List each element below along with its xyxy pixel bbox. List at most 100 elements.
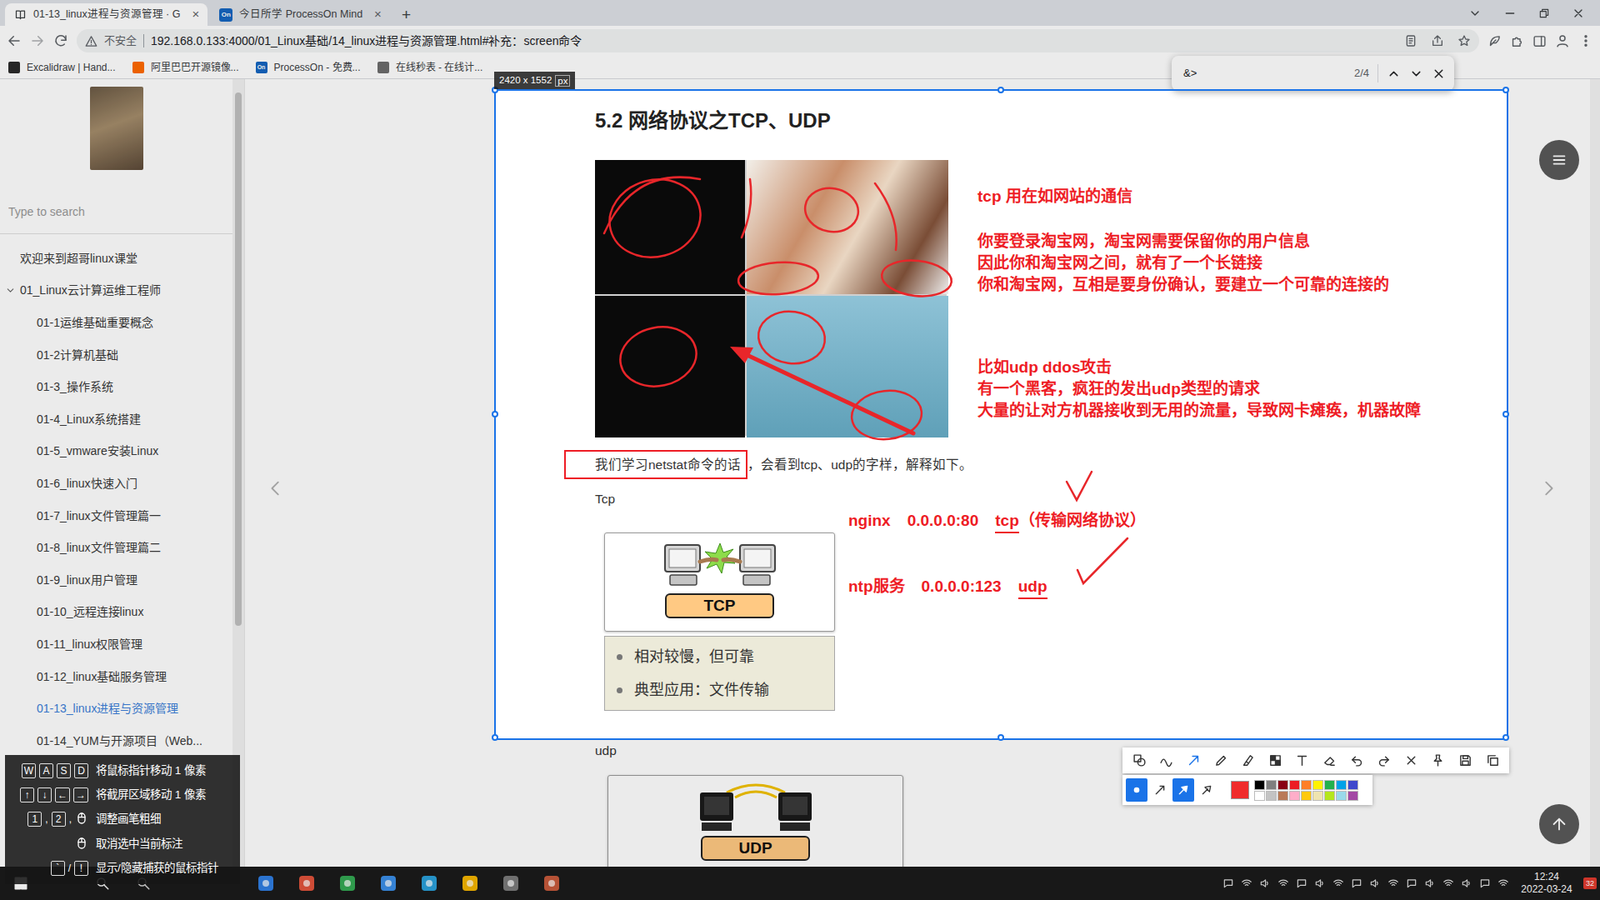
sidebar-item[interactable]: 01-5_vmware安装Linux <box>0 435 234 469</box>
pen-tool-button[interactable] <box>1207 749 1235 772</box>
palette-color[interactable] <box>1265 780 1277 790</box>
sidebar-label[interactable]: 01-11_linux权限管理 <box>36 635 143 654</box>
palette-color[interactable] <box>1277 790 1289 801</box>
side-panel-icon[interactable] <box>1532 34 1547 49</box>
taskbar-app-icon[interactable] <box>542 874 561 893</box>
current-color-swatch[interactable] <box>1230 780 1250 800</box>
close-window-icon[interactable] <box>1571 6 1585 20</box>
resize-handle[interactable] <box>1502 734 1510 741</box>
bookmark[interactable]: OnProcessOn - 免费... <box>255 60 361 75</box>
extensions-icon[interactable] <box>1510 34 1525 49</box>
sidebar-item[interactable]: 01-8_linux文件管理篇二 <box>0 531 234 565</box>
palette-color[interactable] <box>1324 780 1335 790</box>
close-tab-button[interactable]: × <box>374 5 382 25</box>
tray-icon[interactable] <box>1405 876 1419 890</box>
previous-match-icon[interactable] <box>1386 66 1401 81</box>
sidebar-label[interactable]: 01-12_linux基础服务管理 <box>36 668 167 686</box>
capture-selection[interactable] <box>494 89 1509 740</box>
tray-icon[interactable] <box>1350 876 1364 890</box>
tray-icon[interactable] <box>1496 876 1510 890</box>
copy-tool-button[interactable] <box>1479 749 1507 772</box>
forward-icon[interactable] <box>30 33 45 49</box>
browser-tab[interactable]: On今日所学 ProcessOn Mind× <box>210 3 390 26</box>
taskbar-app-icon[interactable] <box>460 874 480 893</box>
tray-icon[interactable] <box>1313 876 1327 890</box>
undo-tool-button[interactable] <box>1343 749 1371 772</box>
close-tool-button[interactable] <box>1397 749 1425 772</box>
back-to-top-icon[interactable] <box>1539 804 1580 845</box>
sidebar-item[interactable]: 01-11_linux权限管理 <box>0 628 234 661</box>
palette-color[interactable] <box>1324 790 1335 801</box>
arrow-tool-button[interactable] <box>1180 749 1208 772</box>
resize-handle[interactable] <box>491 410 499 418</box>
sidebar-search[interactable] <box>0 201 234 235</box>
sidebar-item[interactable]: 01-14_YUM与开源项目（Web... <box>0 725 234 758</box>
next-page-icon[interactable] <box>1539 479 1558 498</box>
palette-color[interactable] <box>1300 780 1312 790</box>
sidebar-label[interactable]: 01-1运维基础重要概念 <box>36 314 154 332</box>
tray-icon[interactable] <box>1240 876 1254 890</box>
sidebar-label[interactable]: 01-14_YUM与开源项目（Web... <box>36 732 203 750</box>
tray-icon[interactable] <box>1478 876 1492 890</box>
taskbar-app-icon[interactable] <box>379 874 398 893</box>
redo-tool-button[interactable] <box>1370 749 1398 772</box>
sidebar-label[interactable]: 01-2计算机基础 <box>36 346 119 365</box>
palette-color[interactable] <box>1300 790 1312 801</box>
url-text[interactable]: 192.168.0.133:4000/01_Linux基础/14_linux进程… <box>150 32 582 50</box>
sidebar-item[interactable]: 01_Linux云计算运维工程师 <box>0 275 234 308</box>
sidebar-label[interactable]: 01-4_Linux系统搭建 <box>36 410 141 429</box>
toc-menu-icon[interactable] <box>1539 140 1580 180</box>
taskbar-app-icon[interactable] <box>297 874 316 893</box>
sidebar-item[interactable]: 01-6_linux快速入门 <box>0 467 234 500</box>
sidebar-label[interactable]: 01-7_linux文件管理篇一 <box>36 507 161 525</box>
palette-color[interactable] <box>1289 790 1300 801</box>
tray-icon[interactable] <box>1386 876 1400 890</box>
tray-icon[interactable] <box>1441 876 1455 890</box>
find-input[interactable]: &> <box>1183 65 1346 82</box>
arrow-outline-option[interactable] <box>1195 778 1218 802</box>
new-tab-button[interactable]: + <box>393 3 420 26</box>
sidebar-label[interactable]: 欢迎来到超哥linux课堂 <box>20 250 138 268</box>
close-find-icon[interactable] <box>1431 66 1446 81</box>
browser-tab[interactable]: 01-13_linux进程与资源管理 · G× <box>5 3 208 26</box>
palette-color[interactable] <box>1335 780 1347 790</box>
text-tool-button[interactable] <box>1289 749 1317 772</box>
marker-tool-button[interactable] <box>1234 749 1262 772</box>
palette-color[interactable] <box>1312 780 1324 790</box>
tray-icon[interactable] <box>1331 876 1345 890</box>
taskbar-app-icon[interactable] <box>420 874 439 893</box>
resize-handle[interactable] <box>1502 86 1510 94</box>
tray-icon[interactable] <box>1221 876 1235 890</box>
sidebar-item[interactable]: 01-2计算机基础 <box>0 339 234 372</box>
taskbar-app-icon[interactable] <box>501 874 520 893</box>
bookmark[interactable]: 阿里巴巴开源镜像... <box>132 60 240 75</box>
search-input[interactable] <box>8 203 225 221</box>
menu-icon[interactable] <box>1578 33 1594 49</box>
resize-handle[interactable] <box>997 734 1005 741</box>
taskbar-app-icon[interactable] <box>338 874 357 893</box>
palette-color[interactable] <box>1347 780 1359 790</box>
resize-handle[interactable] <box>1502 410 1510 418</box>
arrow-thin-option[interactable] <box>1149 778 1171 802</box>
sidebar-label[interactable]: 01-6_linux快速入门 <box>36 475 138 493</box>
sidebar-label[interactable]: 01-5_vmware安装Linux <box>36 442 159 460</box>
tab-search-icon[interactable] <box>1468 6 1482 20</box>
tray-icon[interactable] <box>1423 876 1437 890</box>
sidebar-scrollbar[interactable] <box>232 79 245 867</box>
sidebar-item[interactable]: 01-4_Linux系统搭建 <box>0 403 234 436</box>
sidebar-label[interactable]: 01_Linux云计算运维工程师 <box>20 281 161 300</box>
expand-chevron-icon[interactable] <box>5 285 19 296</box>
share-icon[interactable] <box>1430 34 1445 48</box>
extension-icon[interactable] <box>1487 34 1502 49</box>
profile-icon[interactable] <box>1555 33 1570 49</box>
sidebar-item[interactable]: 01-10_远程连接linux <box>0 596 234 630</box>
restore-icon[interactable] <box>1538 7 1550 20</box>
palette-color[interactable] <box>1254 780 1265 790</box>
page-info-icon[interactable] <box>1404 34 1418 48</box>
sidebar-item[interactable]: 01-9_linux用户管理 <box>0 564 234 597</box>
warning-icon[interactable] <box>85 35 98 48</box>
palette-color[interactable] <box>1312 790 1324 801</box>
reload-icon[interactable] <box>53 33 69 49</box>
sidebar-item[interactable]: 01-1运维基础重要概念 <box>0 306 234 340</box>
notification-badge[interactable]: 32 <box>1583 877 1597 890</box>
